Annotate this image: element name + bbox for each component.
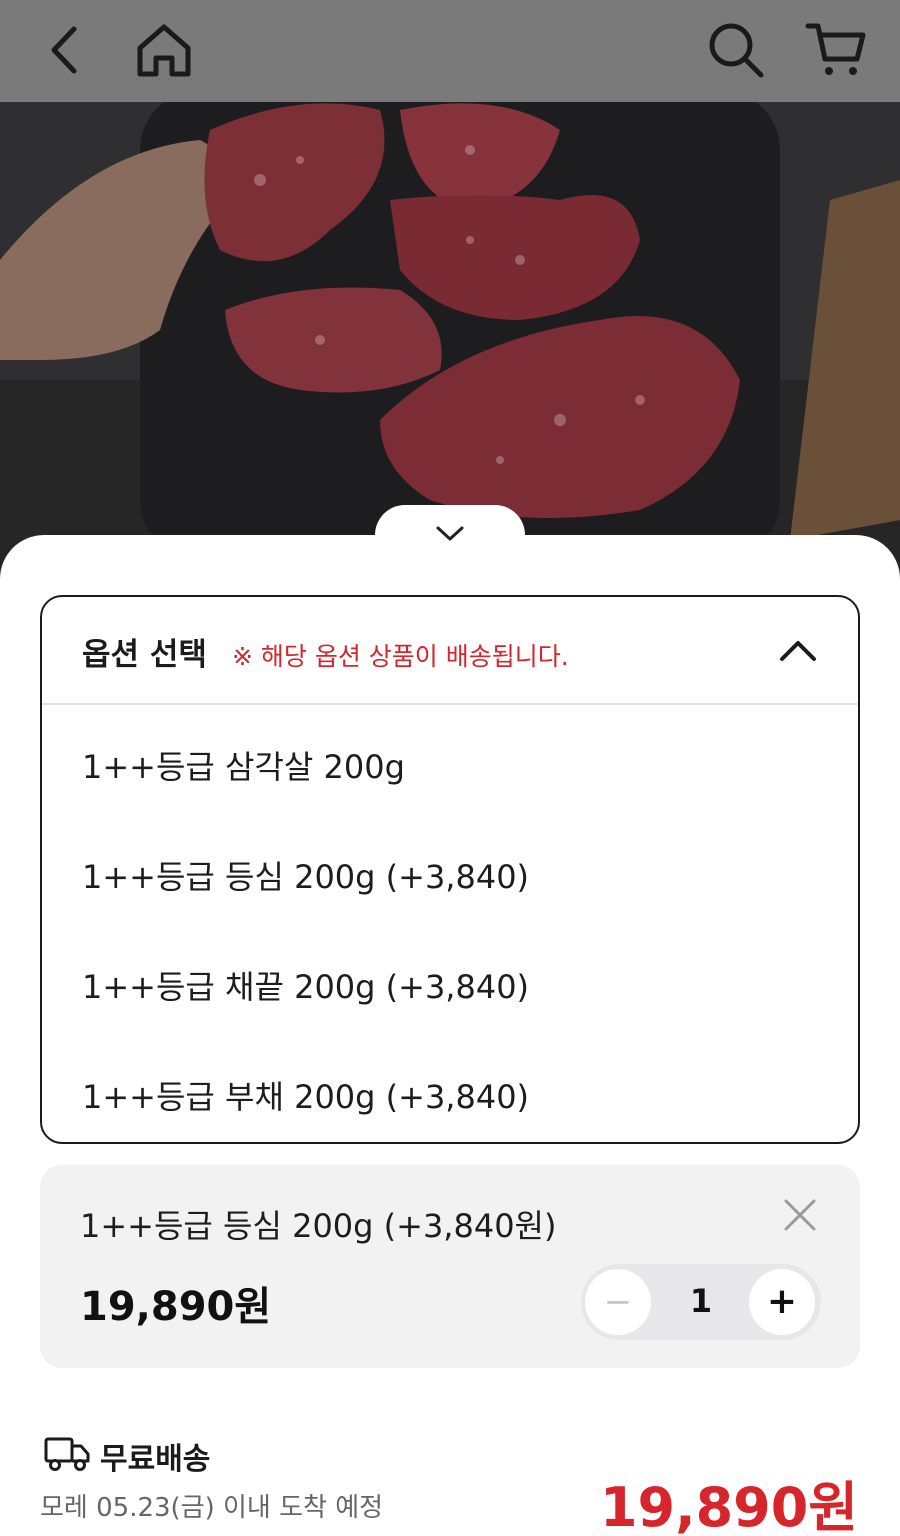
close-icon[interactable]: [782, 1197, 818, 1233]
top-bar: [0, 0, 900, 102]
option-title: 옵션 선택: [82, 637, 207, 673]
selected-option-price: 19,890원: [80, 1284, 272, 1330]
quantity-value: 1: [689, 1282, 713, 1320]
option-item[interactable]: 1++등급 채끝 200g (+3,840): [82, 962, 529, 1008]
chevron-down-icon: [436, 526, 464, 541]
quantity-stepper: − 1 +: [581, 1264, 821, 1340]
increase-button[interactable]: +: [749, 1269, 815, 1335]
minus-icon: −: [603, 1282, 633, 1322]
option-item[interactable]: 1++등급 부채 200g (+3,840): [82, 1072, 529, 1118]
shipping-label: 무료배송: [100, 1442, 211, 1477]
back-icon[interactable]: [28, 14, 100, 86]
selected-option-card: 1++등급 등심 200g (+3,840원) 19,890원 − 1 +: [40, 1165, 860, 1368]
delivery-eta: 모레 05.23(금) 이내 도착 예정: [40, 1493, 384, 1523]
decrease-button[interactable]: −: [585, 1269, 651, 1335]
selected-option-name: 1++등급 등심 200g (+3,840원): [80, 1207, 557, 1245]
option-dropdown-header[interactable]: 옵션 선택 ※ 해당 옵션 상품이 배송됩니다.: [42, 597, 858, 705]
chevron-up-icon[interactable]: [778, 633, 818, 667]
option-dropdown: 옵션 선택 ※ 해당 옵션 상품이 배송됩니다. 1++등급 삼각살 200g …: [40, 595, 860, 1144]
home-icon[interactable]: [128, 14, 200, 86]
plus-icon: +: [766, 1281, 798, 1322]
option-item[interactable]: 1++등급 삼각살 200g: [82, 742, 405, 788]
truck-icon: [44, 1437, 90, 1471]
total-price: 19,890원: [599, 1476, 858, 1536]
sheet-collapse-handle[interactable]: [375, 505, 525, 567]
option-item[interactable]: 1++등급 등심 200g (+3,840): [82, 852, 529, 898]
cart-icon[interactable]: [800, 14, 872, 86]
option-notice: ※ 해당 옵션 상품이 배송됩니다.: [232, 642, 569, 671]
search-icon[interactable]: [700, 14, 772, 86]
